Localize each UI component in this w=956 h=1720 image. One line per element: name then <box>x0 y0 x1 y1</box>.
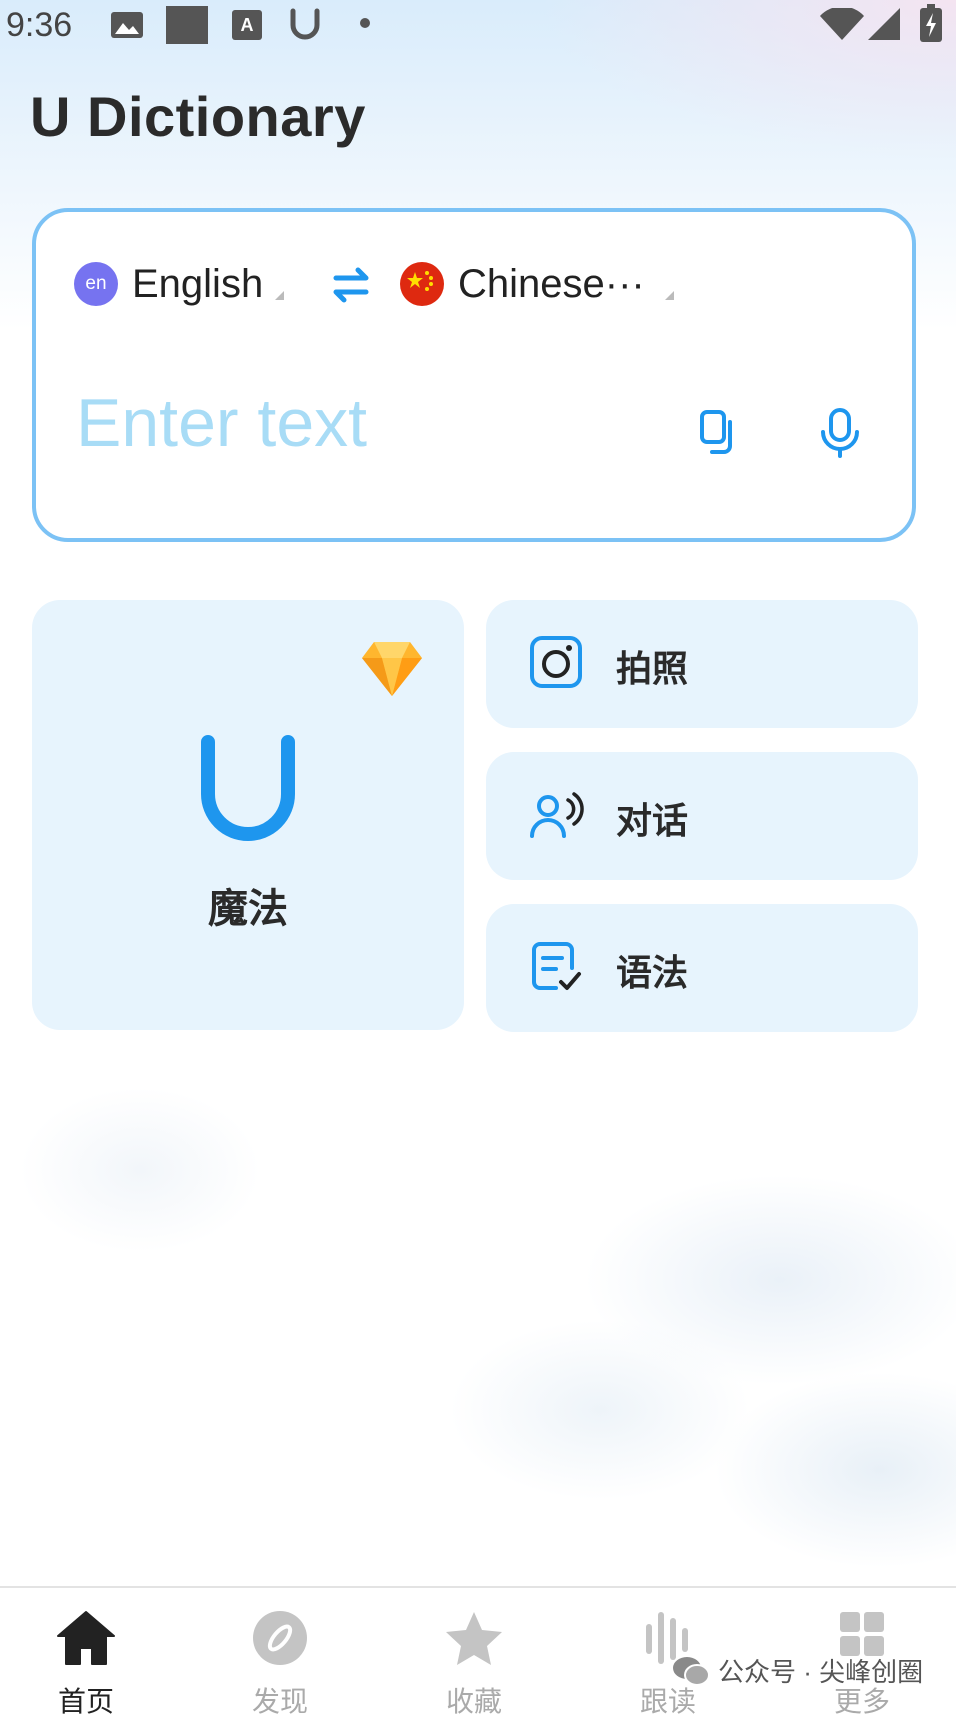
u-dictionary-notification-icon <box>290 8 320 40</box>
swap-languages-button[interactable] <box>326 260 376 310</box>
magic-feature-tile[interactable]: 魔法 <box>32 600 464 1030</box>
source-language-label: English <box>132 261 264 306</box>
conversation-icon <box>530 792 584 838</box>
camera-icon <box>530 636 582 688</box>
star-icon <box>446 1612 502 1665</box>
target-language-label: Chinese··· <box>458 261 645 306</box>
wechat-icon <box>673 1656 710 1686</box>
watermark: 公众号 · 尖峰创圈 <box>672 1652 923 1689</box>
status-time: 9:36 <box>6 6 73 44</box>
ocr-copy-icon <box>700 410 732 454</box>
ocr-copy-button[interactable] <box>692 404 748 460</box>
swap-icon <box>333 267 369 303</box>
photo-feature-tile[interactable]: 拍照 <box>486 600 918 728</box>
china-flag-icon <box>400 262 444 306</box>
dropdown-triangle-icon <box>275 290 285 300</box>
microphone-icon <box>821 408 859 458</box>
microphone-button[interactable] <box>812 404 868 460</box>
translate-card: en English Chinese··· Enter text <box>32 208 916 542</box>
english-badge-icon: en <box>74 262 118 306</box>
compass-icon <box>253 1611 307 1665</box>
source-language-selector[interactable]: en English <box>74 256 285 312</box>
nav-item-favorites[interactable]: 收藏 <box>384 1588 564 1717</box>
dialog-feature-tile[interactable]: 对话 <box>486 752 918 880</box>
svg-text:A: A <box>241 15 254 35</box>
translate-text-input[interactable]: Enter text <box>76 384 367 462</box>
grammar-label: 语法 <box>616 952 689 993</box>
world-map-background <box>0 1050 956 1590</box>
home-icon <box>57 1611 115 1665</box>
nav-label-home: 首页 <box>57 1686 114 1717</box>
grammar-feature-tile[interactable]: 语法 <box>486 904 918 1032</box>
nav-item-discover[interactable]: 发现 <box>190 1588 370 1717</box>
battery-charging-icon <box>920 4 942 42</box>
status-bar: 9:36 A <box>0 0 956 50</box>
dropdown-triangle-icon <box>664 290 674 300</box>
wifi-icon <box>820 8 864 40</box>
signal-icon <box>868 8 900 40</box>
image-icon <box>111 12 143 38</box>
dot-icon <box>360 18 370 28</box>
target-language-selector[interactable]: Chinese··· <box>400 256 674 312</box>
nav-item-home[interactable]: 首页 <box>0 1588 176 1717</box>
a-font-icon: A <box>232 10 262 40</box>
photo-label: 拍照 <box>616 648 689 689</box>
app-title: U Dictionary <box>30 85 366 148</box>
dialog-label: 对话 <box>616 800 689 841</box>
watermark-text: 公众号 · 尖峰创圈 <box>718 1657 924 1687</box>
nav-label-favorites: 收藏 <box>445 1686 502 1717</box>
square-icon <box>166 6 208 44</box>
nav-label-discover: 发现 <box>251 1686 308 1717</box>
magic-label: 魔法 <box>208 887 288 931</box>
grammar-check-icon <box>532 942 581 990</box>
diamond-icon <box>362 642 422 696</box>
u-logo-icon <box>201 735 295 841</box>
